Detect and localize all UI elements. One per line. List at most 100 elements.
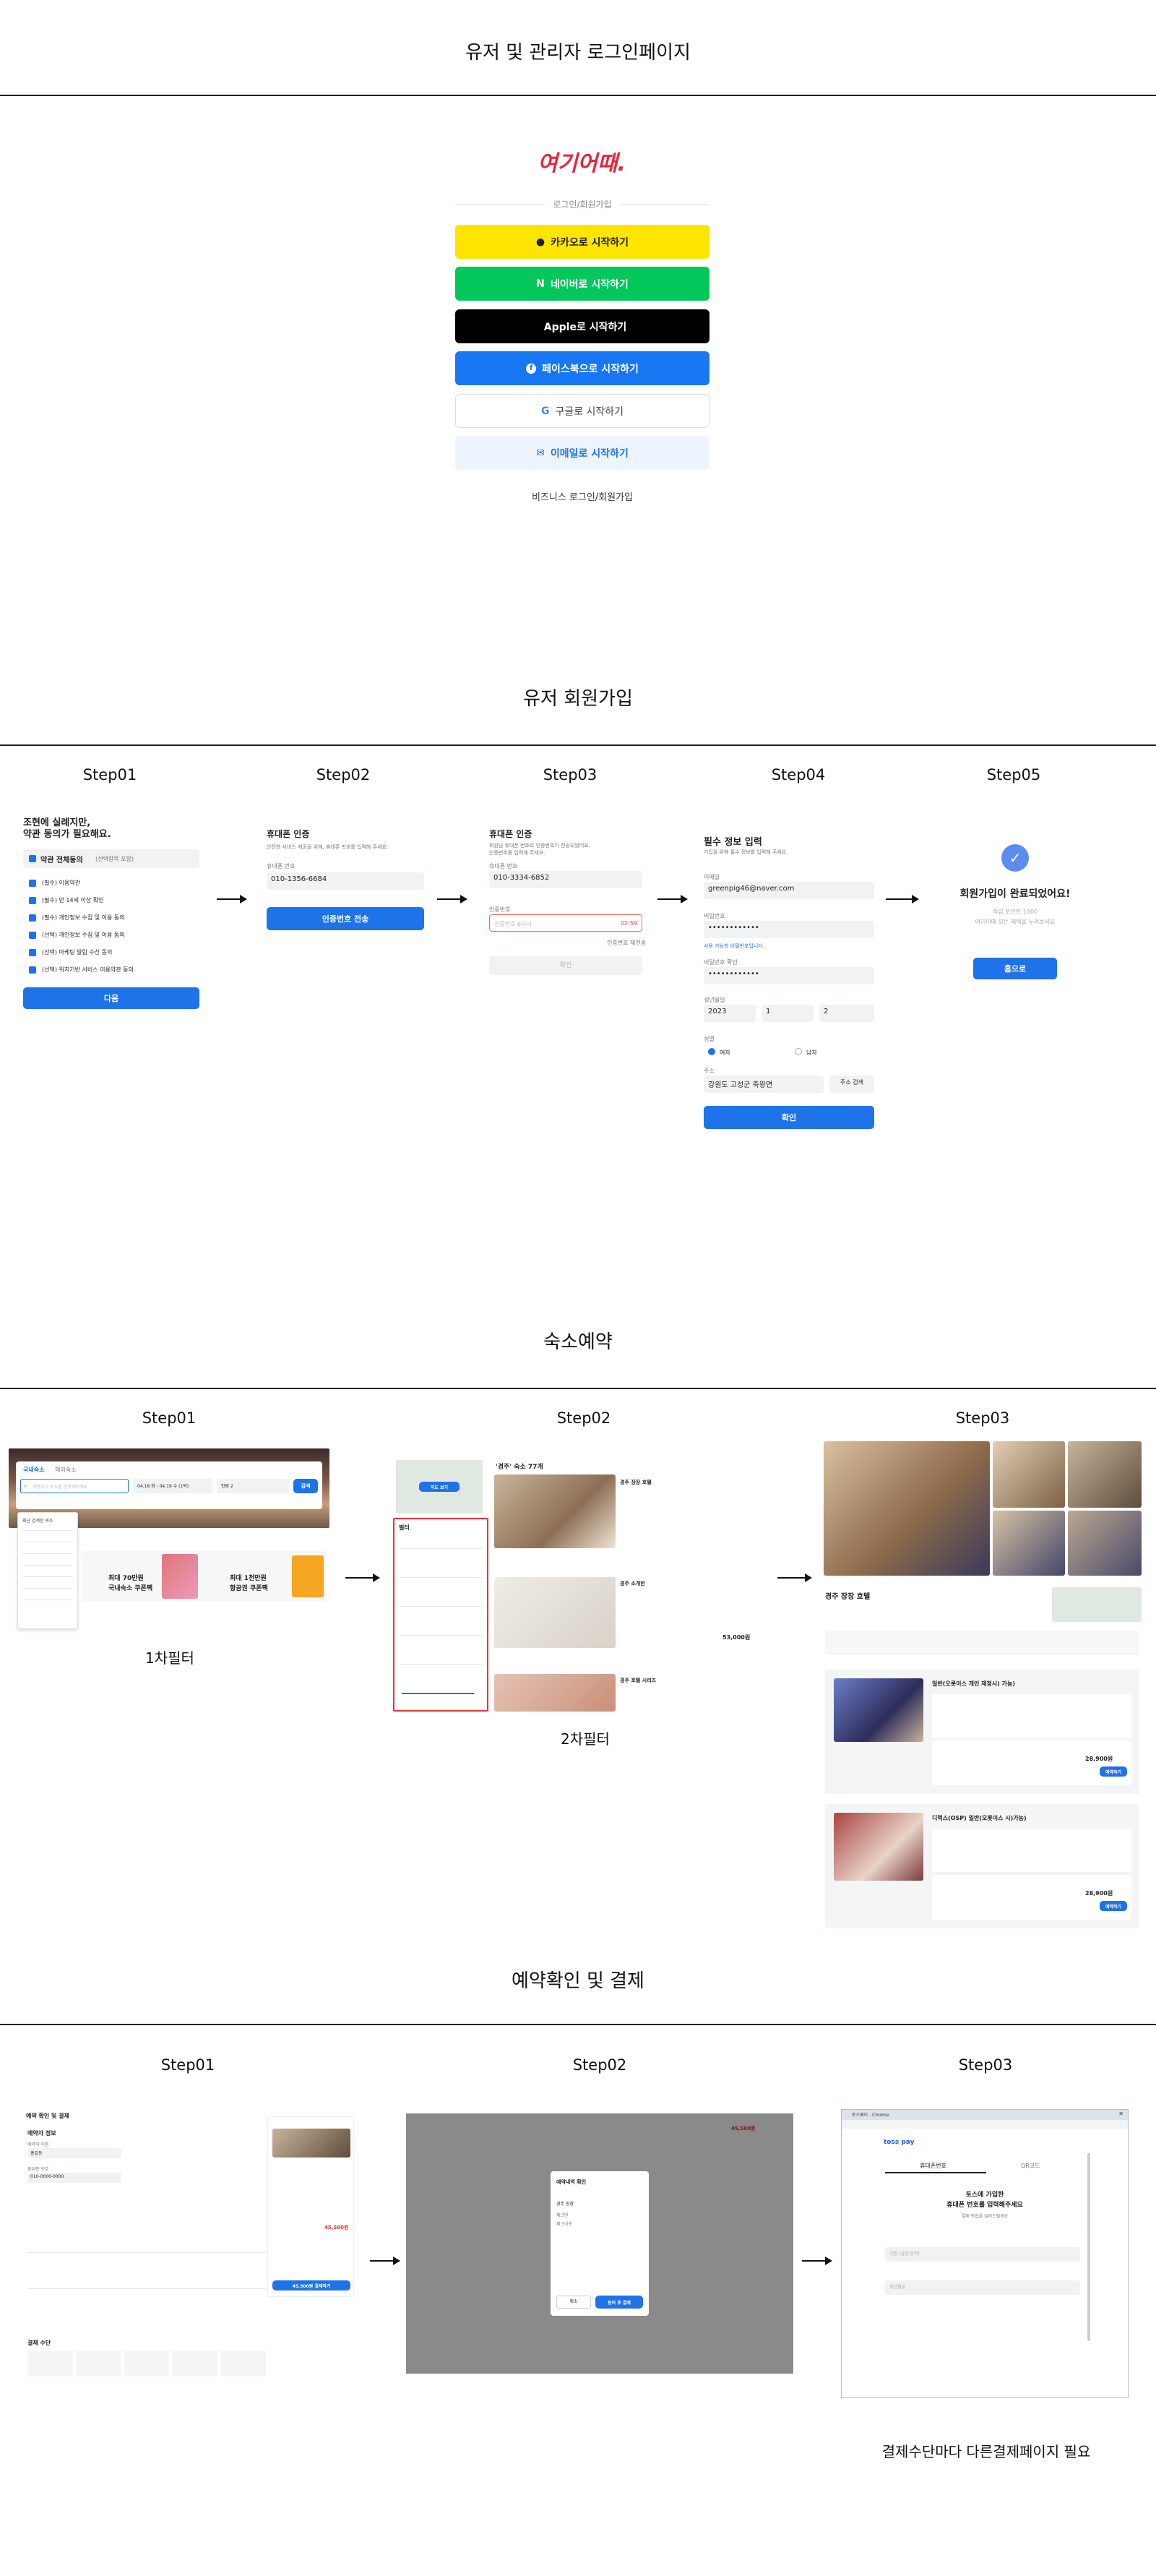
send-code-button[interactable]: 인증번호 전송 bbox=[267, 907, 424, 930]
kakao-login-button[interactable]: ● 카카오로 시작하기 bbox=[455, 225, 709, 259]
map-thumbnail[interactable]: 지도 보기 bbox=[396, 1460, 483, 1514]
field-label: 휴대폰 번호 bbox=[267, 863, 296, 870]
checkbox-icon[interactable] bbox=[29, 932, 36, 939]
birth-day-select[interactable]: 2 bbox=[819, 1005, 874, 1022]
date-field[interactable]: 04.18 화 - 04.19 수 (1박) bbox=[133, 1479, 212, 1493]
field-label: 비밀번호 bbox=[704, 913, 725, 919]
payment-option[interactable] bbox=[172, 2350, 218, 2377]
checkout-label: 체크아웃 bbox=[556, 2222, 573, 2227]
hotel-photo[interactable] bbox=[494, 1674, 616, 1712]
code-input[interactable]: 인증번호 6자리 02:59 bbox=[489, 914, 642, 932]
password-field[interactable]: •••••••••••• bbox=[704, 921, 874, 938]
term-item: (필수) 이용약관 bbox=[42, 880, 80, 886]
address-search-button[interactable]: 주소 검색 bbox=[829, 1076, 874, 1093]
hotel-name: 경주 장장 호텔 bbox=[825, 1593, 871, 1601]
phone-field[interactable]: 010-0000-0000 bbox=[27, 2173, 121, 2183]
home-button[interactable]: 홈으로 bbox=[973, 958, 1057, 979]
kakao-label: 카카오로 시작하기 bbox=[551, 236, 629, 249]
submit-button[interactable]: 확인 bbox=[704, 1106, 874, 1129]
tab-overseas[interactable]: 해외숙소 bbox=[55, 1466, 76, 1474]
rate-box bbox=[932, 1694, 1131, 1738]
hotel-photo[interactable] bbox=[494, 1474, 616, 1548]
hotel-photo[interactable] bbox=[1068, 1441, 1142, 1508]
rate-box: 28,900원 예약하기 bbox=[932, 1875, 1131, 1920]
google-login-button[interactable]: G 구글로 시작하기 bbox=[455, 394, 709, 428]
tab-phone[interactable]: 휴대폰번호 bbox=[920, 2162, 946, 2170]
search-button[interactable]: 검색 bbox=[293, 1479, 318, 1493]
phone-field[interactable]: 010-3334-6852 bbox=[489, 871, 642, 888]
checkbox-icon[interactable] bbox=[29, 914, 36, 922]
email-login-button[interactable]: ✉ 이메일로 시작하기 bbox=[455, 436, 709, 470]
hotel-photo[interactable] bbox=[993, 1511, 1065, 1576]
reserve-button[interactable]: 예약하기 bbox=[1100, 1766, 1127, 1777]
apple-login-button[interactable]: Apple로 시작하기 bbox=[455, 309, 709, 343]
screen-title: 휴대폰 인증 bbox=[267, 829, 310, 839]
room-photo[interactable] bbox=[834, 1813, 923, 1881]
next-button[interactable]: 다음 bbox=[23, 987, 199, 1009]
room-photo[interactable] bbox=[834, 1678, 923, 1742]
map-view-button[interactable]: 지도 보기 bbox=[419, 1482, 460, 1492]
birth-input[interactable]: 생년월일 bbox=[885, 2280, 1080, 2295]
map-thumbnail[interactable] bbox=[1052, 1587, 1142, 1622]
agree-all-sub: (선택항목 포함) bbox=[95, 856, 134, 862]
reserve-button[interactable]: 예약하기 bbox=[1100, 1901, 1127, 1911]
hotel-name[interactable]: 경주 소개한 bbox=[620, 1580, 645, 1587]
google-icon: G bbox=[540, 405, 550, 417]
radio-icon[interactable] bbox=[795, 1048, 802, 1055]
hotel-name[interactable]: 경주 호텔 시리즈 bbox=[620, 1677, 656, 1684]
hotel-photo[interactable] bbox=[1068, 1511, 1142, 1576]
cancel-button[interactable]: 취소 bbox=[556, 2296, 591, 2309]
agree-pay-button[interactable]: 동의 후 결제 bbox=[595, 2296, 643, 2309]
email-field[interactable]: greenpig46@naver.com bbox=[704, 882, 874, 899]
field-label: 휴대폰 번호 bbox=[489, 863, 518, 870]
toss-title: 토스에 가입한 bbox=[965, 2191, 1004, 2199]
tab-qr[interactable]: QR코드 bbox=[1021, 2162, 1040, 2170]
hotel-name[interactable]: 경주 장장 호텔 bbox=[620, 1479, 652, 1486]
name-input[interactable]: 이름 (실명 입력) bbox=[885, 2247, 1080, 2262]
apple-label: Apple로 시작하기 bbox=[543, 321, 627, 333]
pay-button[interactable]: 45,500원 결제하기 bbox=[272, 2280, 350, 2291]
radio-selected-icon[interactable] bbox=[708, 1048, 715, 1055]
agree-all-row[interactable]: 약관 전체동의 (선택항목 포함) bbox=[23, 849, 199, 868]
resend-link[interactable]: 인증번호 재전송 bbox=[607, 939, 646, 947]
price-slider[interactable] bbox=[402, 1693, 474, 1694]
close-icon[interactable]: ✕ bbox=[1118, 2111, 1123, 2117]
checkbox-icon[interactable] bbox=[29, 949, 36, 956]
password-confirm-field[interactable]: •••••••••••• bbox=[704, 967, 874, 984]
room-price: 28,900원 bbox=[1085, 1756, 1113, 1762]
section-title-login: 유저 및 관리자 로그인페이지 bbox=[465, 42, 691, 64]
hotel-photo[interactable] bbox=[494, 1577, 616, 1648]
hotel-main-photo[interactable] bbox=[824, 1441, 990, 1576]
confirm-button[interactable]: 확인 bbox=[489, 956, 642, 975]
required-info-screen: 필수 정보 입력 가입을 위해 필수 정보를 입력해 주세요. 이메일 gree… bbox=[699, 831, 880, 1135]
checkbox-icon[interactable] bbox=[29, 880, 36, 887]
naver-login-button[interactable]: N 네이버로 시작하기 bbox=[455, 267, 709, 301]
payment-option[interactable] bbox=[220, 2350, 266, 2377]
date-text: 04.18 화 - 04.19 수 (1박) bbox=[137, 1484, 189, 1489]
checkbox-icon[interactable] bbox=[29, 966, 36, 974]
checkout-title[interactable]: 예약 확인 및 결제 bbox=[26, 2112, 69, 2120]
facebook-login-button[interactable]: f 페이스북으로 시작하기 bbox=[455, 351, 709, 385]
business-login-link[interactable]: 비즈니스 로그인/회원가입 bbox=[455, 489, 709, 503]
address-field[interactable]: 강원도 고성군 죽왕면 bbox=[704, 1076, 824, 1093]
hotel-photo[interactable] bbox=[993, 1441, 1065, 1508]
scrollbar[interactable] bbox=[1087, 2153, 1090, 2341]
tab-domestic[interactable]: 국내숙소 bbox=[23, 1466, 44, 1474]
checkbox-icon[interactable] bbox=[29, 897, 36, 904]
promo-text: 최대 70만원 bbox=[108, 1575, 144, 1582]
search-input[interactable]: 여행지나 숙소를 검색해보세요 ⌕ bbox=[20, 1479, 129, 1493]
step-label: Step03 bbox=[958, 2056, 1013, 2074]
phone-field[interactable]: 010-1356-6684 bbox=[267, 872, 424, 890]
payment-option[interactable] bbox=[124, 2350, 170, 2377]
payment-option[interactable] bbox=[75, 2350, 121, 2377]
section-divider bbox=[0, 95, 1156, 96]
field-label: 인증번호 bbox=[489, 906, 511, 913]
screen-desc: 인증번호를 입력해 주세요. bbox=[489, 850, 545, 856]
payment-option[interactable] bbox=[27, 2350, 73, 2377]
name-field[interactable]: 홍길동 bbox=[27, 2148, 121, 2158]
birth-month-select[interactable]: 1 bbox=[762, 1005, 814, 1022]
birth-year-select[interactable]: 2023 bbox=[704, 1005, 756, 1022]
guest-field[interactable]: 인원 2 bbox=[217, 1479, 289, 1493]
term-item: (필수) 개인정보 수집 및 이용 동의 bbox=[42, 914, 125, 921]
term-item: (선택) 위치기반 서비스 이용약관 동의 bbox=[42, 966, 134, 973]
